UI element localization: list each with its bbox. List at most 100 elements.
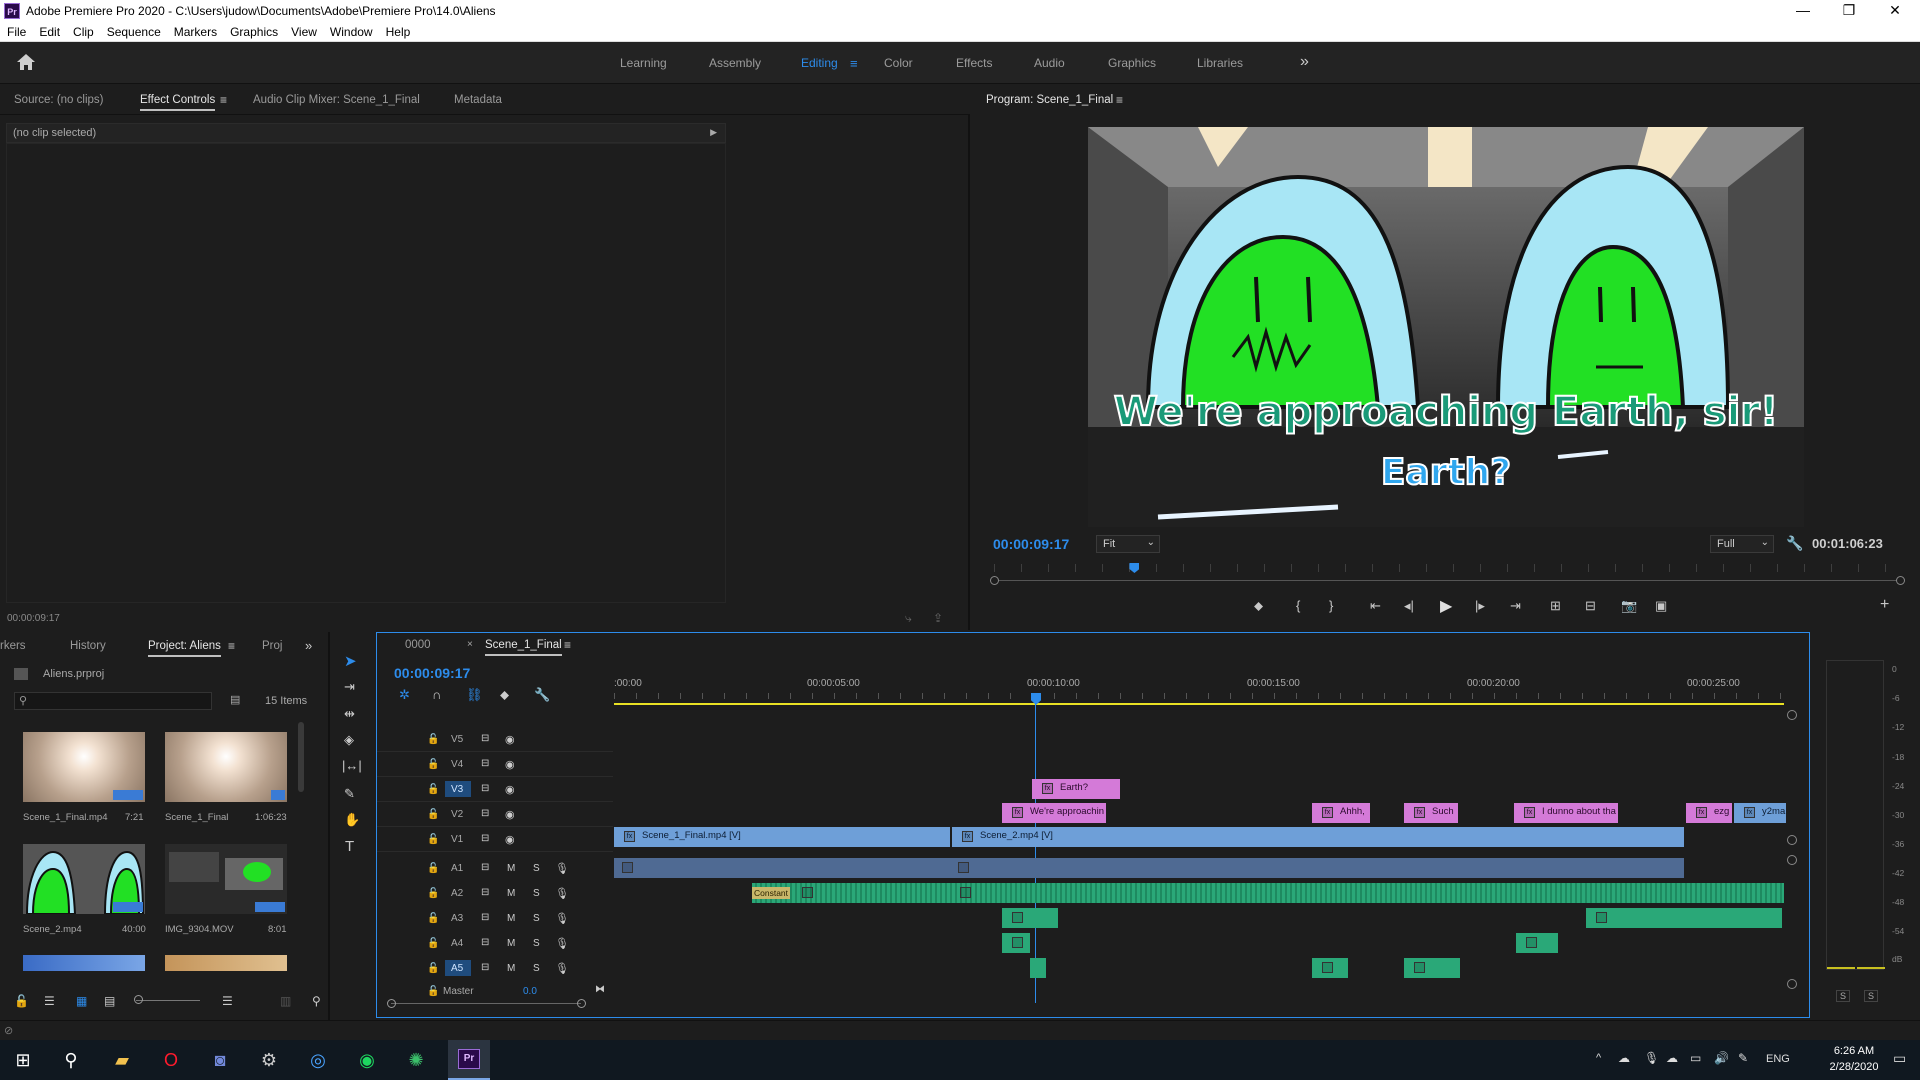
show-hidden-icons[interactable]: ^ [1596,1052,1601,1064]
opera-icon[interactable]: O [156,1046,186,1074]
camera-icon[interactable]: 📷 [1621,598,1637,614]
thumbnail-partial[interactable] [165,955,287,971]
tab-markers[interactable]: rkers [0,640,26,652]
eye-icon[interactable]: ◉ [505,808,515,821]
project-menu-icon[interactable]: ≡ [228,639,235,653]
tab-proj[interactable]: Proj [262,640,282,652]
snap-icon[interactable]: ∩ [432,687,441,702]
search-icon[interactable]: ⚲ [56,1046,86,1074]
tab-project[interactable]: Project: Aliens [148,640,221,657]
fit-dropdown[interactable]: Fit ⌄ [1096,535,1160,553]
hand-tool-icon[interactable]: ✋ [344,812,360,828]
wrench-icon[interactable]: 🔧 [534,687,550,703]
sync-lock-icon[interactable]: ⊟ [481,937,489,948]
sync-lock-icon[interactable]: ⊟ [481,912,489,923]
mute-button[interactable]: M [507,963,515,974]
solo-button[interactable]: S [533,863,540,874]
lock-icon[interactable]: 🔓 [427,759,439,770]
lock-icon[interactable]: 🔓 [427,834,439,845]
track-label[interactable]: V1 [451,834,463,845]
go-to-out-icon[interactable]: ⇥ [1510,598,1521,614]
tab-audio-clip-mixer[interactable]: Audio Clip Mixer: Scene_1_Final [253,94,420,106]
tab-sequence-0000[interactable]: 0000 [405,639,431,651]
track-label[interactable]: V3 [451,784,463,795]
chrome-like-icon[interactable]: ◎ [303,1046,333,1074]
video-track-area[interactable]: fx Earth? fx We're approachin fx Ahhh, fx Su… [614,727,1786,852]
solo-button[interactable]: S [533,938,540,949]
spotify-icon[interactable]: ◉ [352,1046,382,1074]
menu-sequence[interactable]: Sequence [100,22,167,39]
track-label[interactable]: A2 [451,888,463,899]
eye-icon[interactable]: ◉ [505,733,515,746]
close-button[interactable]: ✕ [1872,0,1918,22]
tab-source[interactable]: Source: (no clips) [14,94,103,106]
time-ruler[interactable]: :00:00 00:00:05:00 00:00:10:00 00:00:15:… [614,663,1784,699]
tab-history[interactable]: History [70,640,106,652]
track-select-tool-icon[interactable]: ⇥ [344,679,355,695]
workspace-more-icon[interactable]: » [1300,53,1309,71]
timeline-timecode[interactable]: 00:00:09:17 [394,665,470,681]
sort-icon[interactable]: ☰ [222,994,233,1008]
workspace-graphics[interactable]: Graphics [1108,56,1156,70]
sync-lock-icon[interactable]: ⊟ [481,833,489,844]
program-timecode[interactable]: 00:00:09:17 [993,536,1069,552]
track-label[interactable]: V4 [451,759,463,770]
clip-a5-audio-3[interactable] [1404,958,1460,978]
tab-menu-icon[interactable]: ≡ [220,93,227,107]
wrench-icon[interactable]: 🔧 [1786,535,1803,552]
program-menu-icon[interactable]: ≡ [1116,93,1123,107]
clip-a2-audio[interactable]: Constant [752,883,1784,903]
lock-icon[interactable]: 🔓 [427,986,439,997]
thumbnail-partial[interactable] [23,955,145,971]
razor-tool-icon[interactable]: ◈ [344,732,354,748]
mute-button[interactable]: M [507,913,515,924]
menu-file[interactable]: File [0,22,32,39]
mute-button[interactable]: M [507,888,515,899]
clip-i-dunno[interactable]: fx I dunno about tha [1514,803,1618,823]
tab-scene1-final[interactable]: Scene_1_Final [485,639,562,656]
sync-lock-icon[interactable]: ⊟ [481,808,489,819]
type-tool-icon[interactable]: T [345,838,354,855]
zoom-slider[interactable] [136,1000,200,1001]
master-value[interactable]: 0.0 [523,986,537,997]
go-to-end-icon[interactable]: ⧓ [595,984,605,995]
work-area-bar[interactable] [614,703,1784,705]
thumbnail-scene1-final-sequence[interactable] [165,732,287,802]
mute-button[interactable]: M [507,863,515,874]
go-to-in-icon[interactable]: ⇤ [1370,598,1381,614]
selection-tool-icon[interactable]: ➤ [344,652,357,670]
clip-a3-audio-2[interactable] [1586,908,1782,928]
onedrive-icon[interactable]: ☁ [1666,1051,1678,1065]
clip-such[interactable]: fx Such [1404,803,1458,823]
sync-lock-icon[interactable]: ⊟ [481,962,489,973]
lock-icon[interactable]: 🔓 [427,913,439,924]
menu-window[interactable]: Window [323,22,379,39]
pen-tool-icon[interactable]: ✎ [344,786,355,802]
microphone-icon[interactable]: 🎙 [555,862,569,875]
sync-lock-icon[interactable]: ⊟ [481,733,489,744]
clip-y2ma[interactable]: fx y2ma [1734,803,1786,823]
lock-icon[interactable]: 🔓 [427,734,439,745]
export-frame-icon[interactable]: ⤷ [905,611,912,626]
track-divider-handle[interactable] [1787,855,1797,865]
tab-metadata[interactable]: Metadata [454,94,502,106]
file-explorer-icon[interactable]: ▰ [107,1046,137,1074]
workspace-assembly[interactable]: Assembly [709,56,761,70]
menu-clip[interactable]: Clip [66,22,100,39]
lock-icon[interactable]: 🔓 [427,863,439,874]
project-search-input[interactable]: ⚲ [14,692,212,710]
eye-icon[interactable]: ◉ [505,833,515,846]
language-indicator[interactable]: ENG [1766,1053,1790,1065]
add-marker-icon[interactable]: ⬥ [1254,598,1263,614]
track-label[interactable]: A3 [451,913,463,924]
discord-icon[interactable]: ◙ [205,1046,235,1074]
network-icon[interactable]: ▭ [1690,1051,1701,1065]
icon-view-icon[interactable]: ▦ [76,994,87,1008]
program-scrubber[interactable] [990,563,1905,585]
clip-ahhh[interactable]: fx Ahhh, [1312,803,1370,823]
step-back-icon[interactable]: ◂| [1404,598,1414,614]
menu-graphics[interactable]: Graphics [223,22,284,39]
sync-lock-icon[interactable]: ⊟ [481,783,489,794]
clip-a3-audio[interactable] [1002,908,1058,928]
lock-icon[interactable]: 🔓 [14,994,29,1008]
